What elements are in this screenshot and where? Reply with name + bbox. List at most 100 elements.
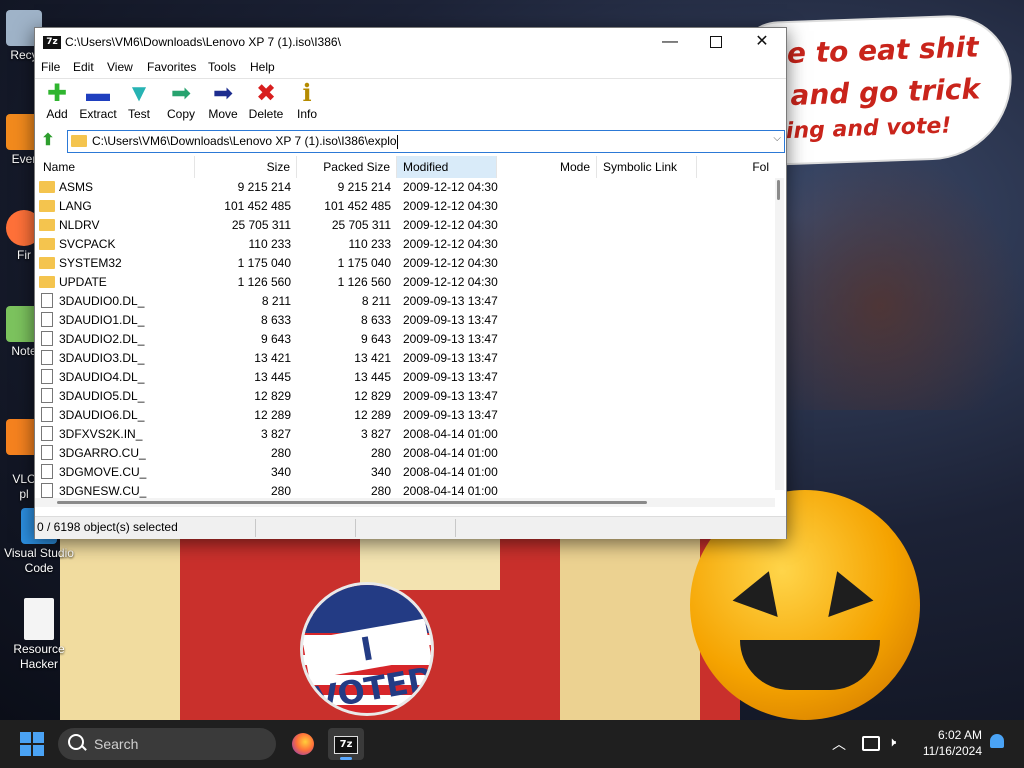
table-row[interactable]: SVCPACK 110 233 110 233 2009-12-12 04:30 xyxy=(35,235,775,254)
column-symbolic-link[interactable]: Symbolic Link xyxy=(597,156,697,178)
title-bar[interactable]: 7z C:\Users\VM6\Downloads\Lenovo XP 7 (1… xyxy=(35,28,786,58)
file-name: LANG xyxy=(59,199,92,213)
cell-packed-size: 13 421 xyxy=(354,351,391,365)
menu-favorites[interactable]: Favorites xyxy=(147,60,196,74)
file-icon xyxy=(41,445,53,461)
add-button[interactable]: ✚ Add xyxy=(35,81,79,122)
up-folder-icon[interactable]: ⬆ xyxy=(39,132,57,150)
file-name: ASMS xyxy=(59,180,94,194)
menu-help[interactable]: Help xyxy=(250,60,275,74)
address-text: C:\Users\VM6\Downloads\Lenovo XP 7 (1).i… xyxy=(92,134,397,148)
menu-tools[interactable]: Tools xyxy=(208,60,236,74)
table-row[interactable]: 3DAUDIO2.DL_ 9 643 9 643 2009-09-13 13:47 xyxy=(35,330,775,349)
cell-size: 101 452 485 xyxy=(224,199,291,213)
taskbar-search[interactable]: Search xyxy=(58,728,276,760)
menu-edit[interactable]: Edit xyxy=(73,60,94,74)
extract-button[interactable]: ▬ Extract xyxy=(76,81,120,122)
cell-packed-size: 9 215 214 xyxy=(337,180,391,194)
vertical-scrollbar[interactable] xyxy=(775,178,784,490)
cell-name: 3DAUDIO6.DL_ xyxy=(39,406,189,425)
file-name: 3DAUDIO5.DL_ xyxy=(59,389,145,403)
cell-size: 110 233 xyxy=(248,237,292,251)
cell-name: 3DAUDIO2.DL_ xyxy=(39,330,189,349)
taskbar-7zip[interactable]: 7z xyxy=(328,728,364,760)
clock[interactable]: 6:02 AM 11/16/2024 xyxy=(912,727,982,759)
cell-modified: 2008-04-14 01:00 xyxy=(403,465,498,479)
column-folders[interactable]: Fol xyxy=(697,156,775,178)
cell-name: 3DFXVS2K.IN_ xyxy=(39,425,189,444)
cell-name: 3DAUDIO3.DL_ xyxy=(39,349,189,368)
table-row[interactable]: 3DAUDIO6.DL_ 12 289 12 289 2009-09-13 13:47 xyxy=(35,406,775,425)
file-name: 3DGARRO.CU_ xyxy=(59,446,146,460)
table-row[interactable]: 3DAUDIO3.DL_ 13 421 13 421 2009-09-13 13:47 xyxy=(35,349,775,368)
horizontal-scrollbar[interactable] xyxy=(35,498,775,507)
column-size[interactable]: Size xyxy=(195,156,297,178)
taskbar: Search 7z ︿ 🕨 6:02 AM 11/16/2024 xyxy=(0,720,1024,768)
table-row[interactable]: LANG 101 452 485 101 452 485 2009-12-12 04:… xyxy=(35,197,775,216)
folder-icon xyxy=(39,275,55,288)
network-icon[interactable] xyxy=(862,736,880,751)
status-divider xyxy=(455,519,456,537)
menu-view[interactable]: View xyxy=(107,60,133,74)
column-name[interactable]: Name xyxy=(35,156,195,178)
table-row[interactable]: 3DAUDIO0.DL_ 8 211 8 211 2009-09-13 13:47 xyxy=(35,292,775,311)
table-row[interactable]: 3DAUDIO1.DL_ 8 633 8 633 2009-09-13 13:47 xyxy=(35,311,775,330)
column-mode[interactable]: Mode xyxy=(497,156,597,178)
scrollbar-thumb[interactable] xyxy=(777,180,780,200)
move-button[interactable]: ➡ Move xyxy=(201,81,245,122)
info-button[interactable]: ℹ Info xyxy=(285,81,329,122)
background-tree xyxy=(784,150,1024,410)
windows-logo-icon xyxy=(33,732,44,743)
file-name: 3DFXVS2K.IN_ xyxy=(59,427,143,441)
table-row[interactable]: 3DFXVS2K.IN_ 3 827 3 827 2008-04-14 01:00 xyxy=(35,425,775,444)
desktop-icon-label: Resource Hacker xyxy=(13,642,65,671)
windows-logo-icon xyxy=(20,745,31,756)
cell-size: 12 829 xyxy=(254,389,291,403)
folder-icon xyxy=(39,218,55,231)
table-row[interactable]: NLDRV 25 705 311 25 705 311 2009-12-12 04:3… xyxy=(35,216,775,235)
search-icon xyxy=(68,734,84,750)
table-row[interactable]: SYSTEM32 1 175 040 1 175 040 2009-12-12 04:… xyxy=(35,254,775,273)
cell-packed-size: 9 643 xyxy=(360,332,391,346)
maximize-button[interactable] xyxy=(693,28,739,58)
7zip-icon: 7z xyxy=(334,736,358,754)
column-modified[interactable]: Modified xyxy=(397,156,497,178)
copy-button[interactable]: ➡ Copy xyxy=(159,81,203,122)
file-name: 3DAUDIO2.DL_ xyxy=(59,332,145,346)
menu-bar: File Edit View Favorites Tools Help xyxy=(35,58,786,78)
table-row[interactable]: 3DAUDIO4.DL_ 13 445 13 445 2009-09-13 13:47 xyxy=(35,368,775,387)
start-button[interactable] xyxy=(20,732,44,756)
extract-label: Extract xyxy=(79,107,117,121)
speaker-muted-icon[interactable]: 🕨 xyxy=(888,734,896,750)
file-icon xyxy=(41,293,53,309)
cell-name: LANG xyxy=(39,197,189,216)
test-button[interactable]: ▼ Test xyxy=(117,81,161,122)
scrollbar-thumb[interactable] xyxy=(57,501,647,504)
cell-modified: 2009-09-13 13:47 xyxy=(403,351,498,365)
file-icon xyxy=(41,350,53,366)
desktop-icon-resource-hacker[interactable]: Resource Hacker xyxy=(4,598,74,672)
table-row[interactable]: 3DGARRO.CU_ 280 280 2008-04-14 01:00 xyxy=(35,444,775,463)
cell-packed-size: 8 211 xyxy=(361,294,391,308)
address-input[interactable]: C:\Users\VM6\Downloads\Lenovo XP 7 (1).i… xyxy=(67,130,785,153)
cell-size: 9 215 214 xyxy=(237,180,291,194)
minimize-button[interactable]: — xyxy=(647,28,693,58)
cell-packed-size: 12 829 xyxy=(354,389,391,403)
table-row[interactable]: ASMS 9 215 214 9 215 214 2009-12-12 04:30 xyxy=(35,178,775,197)
table-row[interactable]: 3DGMOVE.CU_ 340 340 2008-04-14 01:00 xyxy=(35,463,775,482)
table-row[interactable]: UPDATE 1 126 560 1 126 560 2009-12-12 04:30 xyxy=(35,273,775,292)
table-row[interactable]: 3DAUDIO5.DL_ 12 829 12 829 2009-09-13 13:47 xyxy=(35,387,775,406)
desktop-icon-label: VLC pl xyxy=(12,472,36,501)
chevron-up-icon[interactable]: ︿ xyxy=(832,734,846,754)
menu-file[interactable]: File xyxy=(41,60,60,74)
cell-name: 3DAUDIO4.DL_ xyxy=(39,368,189,387)
delete-button[interactable]: ✖ Delete xyxy=(244,81,288,122)
taskbar-firefox[interactable] xyxy=(284,728,320,760)
cell-modified: 2009-12-12 04:30 xyxy=(403,275,498,289)
column-packed-size[interactable]: Packed Size xyxy=(297,156,397,178)
close-button[interactable]: ✕ xyxy=(739,28,785,58)
chevron-down-icon[interactable]: ⌵ xyxy=(773,133,781,144)
cell-size: 8 633 xyxy=(260,313,291,327)
notification-bell-icon[interactable] xyxy=(990,734,1004,748)
desktop-icon-label: Ever xyxy=(11,152,37,166)
